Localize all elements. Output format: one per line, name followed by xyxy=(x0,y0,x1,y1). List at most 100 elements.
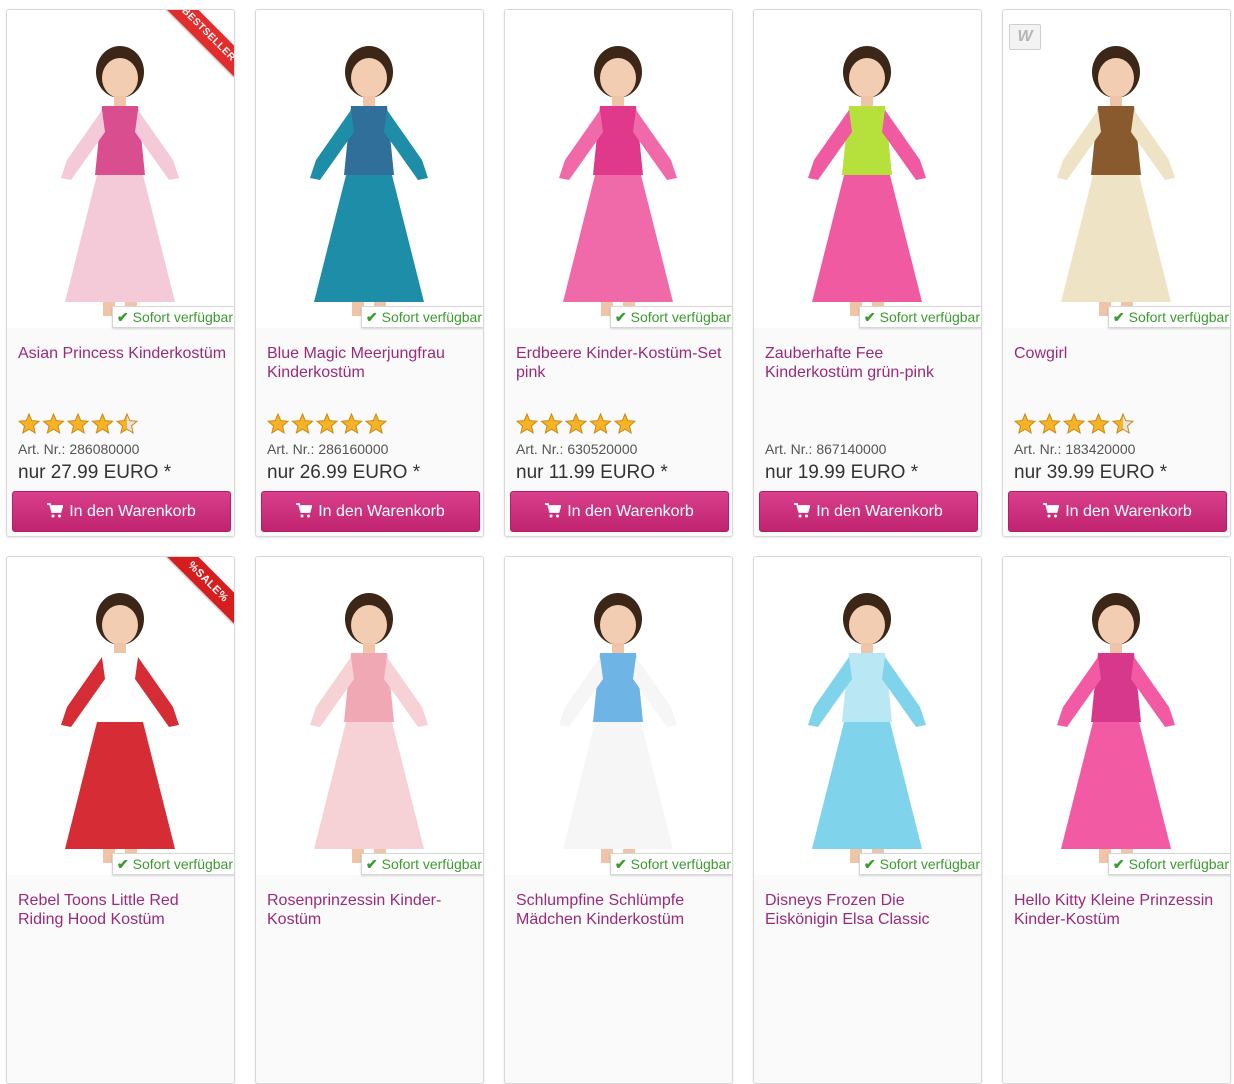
costume-illustration xyxy=(808,593,926,863)
star-icon xyxy=(1038,412,1061,435)
product-price: nur 39.99 EURO * xyxy=(1014,462,1168,483)
add-to-cart-label: In den Warenkorb xyxy=(1065,503,1192,520)
star-icon xyxy=(315,412,339,435)
article-number: Art. Nr.: 630520000 xyxy=(516,441,638,457)
product-image[interactable] xyxy=(505,10,732,328)
product-card[interactable]: W ✔ Sofort verfügbar Cowgirl Art. Nr.: 18342… xyxy=(1002,9,1231,537)
star-icon xyxy=(364,412,388,435)
availability-badge: ✔ Sofort verfügbar xyxy=(609,306,732,328)
product-title-link[interactable]: Rosenprinzessin Kinder-Kostüm xyxy=(267,891,477,929)
product-image[interactable] xyxy=(256,557,483,875)
product-card[interactable]: ✔ Sofort verfügbar Schlumpfine Schlümpfe M… xyxy=(504,556,733,1084)
product-price: nur 26.99 EURO * xyxy=(267,462,421,483)
product-image[interactable]: %SALE% xyxy=(7,557,234,875)
check-icon: ✔ xyxy=(116,856,129,872)
star-icon xyxy=(291,412,314,435)
availability-badge: ✔ Sofort verfügbar xyxy=(1107,853,1230,875)
star-icon xyxy=(515,412,539,435)
article-number: Art. Nr.: 286080000 xyxy=(18,441,140,457)
add-to-cart-button[interactable]: In den Warenkorb xyxy=(510,491,729,532)
availability-label: Sofort verfügbar xyxy=(630,856,731,872)
star-icon xyxy=(589,412,612,435)
product-price: nur 27.99 EURO * xyxy=(18,462,172,483)
star-icon xyxy=(540,412,563,435)
rating-stars xyxy=(17,412,148,435)
product-title-link[interactable]: Hello Kitty Kleine Prinzessin Kinder-Kos… xyxy=(1014,891,1224,929)
availability-badge: ✔ Sofort verfügbar xyxy=(858,306,981,328)
article-number: Art. Nr.: 867140000 xyxy=(765,441,887,457)
product-card[interactable]: ✔ Sofort verfügbar Zauberhafte Fee Kinderk… xyxy=(753,9,982,537)
product-card[interactable]: ✔ Sofort verfügbar Erdbeere Kinder-Kostüm-… xyxy=(504,9,733,537)
check-icon: ✔ xyxy=(365,856,378,872)
product-title-link[interactable]: Erdbeere Kinder-Kostüm-Set pink xyxy=(516,344,726,382)
product-card[interactable]: %SALE% ✔ Sofort verfügbar Rebel Toons Littl… xyxy=(6,556,235,1084)
rating-stars-graphic xyxy=(266,412,388,435)
availability-label: Sofort verfügbar xyxy=(630,309,731,325)
product-card[interactable]: BESTSELLER ✔ Sofort verfügbar Asian Princes… xyxy=(6,9,235,537)
availability-label: Sofort verfügbar xyxy=(1128,856,1229,872)
product-image[interactable] xyxy=(1003,557,1230,875)
availability-badge: ✔ Sofort verfügbar xyxy=(360,853,483,875)
add-to-cart-label: In den Warenkorb xyxy=(816,503,943,520)
product-image[interactable]: W xyxy=(1003,10,1230,328)
product-image[interactable] xyxy=(256,10,483,328)
costume-illustration xyxy=(559,46,677,316)
cart-icon xyxy=(794,503,811,518)
costume-illustration xyxy=(1057,593,1175,863)
product-title-link[interactable]: Blue Magic Meerjungfrau Kinderkostüm xyxy=(267,344,477,382)
product-title-link[interactable]: Cowgirl xyxy=(1014,344,1224,363)
check-icon: ✔ xyxy=(863,309,876,325)
availability-badge: ✔ Sofort verfügbar xyxy=(111,306,234,328)
product-title-link[interactable]: Rebel Toons Little Red Riding Hood Kostü… xyxy=(18,891,228,929)
add-to-cart-label: In den Warenkorb xyxy=(318,503,445,520)
add-to-cart-button[interactable]: In den Warenkorb xyxy=(759,491,978,532)
article-number: Art. Nr.: 286160000 xyxy=(267,441,389,457)
product-price: nur 19.99 EURO * xyxy=(765,462,919,483)
star-icon xyxy=(91,412,114,435)
article-number: Art. Nr.: 183420000 xyxy=(1014,441,1136,457)
product-title-link[interactable]: Zauberhafte Fee Kinderkostüm grün-pink xyxy=(765,344,975,382)
product-image[interactable] xyxy=(505,557,732,875)
star-icon xyxy=(115,412,139,435)
star-icon xyxy=(1087,412,1110,435)
costume-illustration xyxy=(1057,46,1175,316)
cart-icon xyxy=(47,503,64,518)
product-card[interactable]: ✔ Sofort verfügbar Rosenprinzessin Kinder-… xyxy=(255,556,484,1084)
product-card[interactable]: ✔ Sofort verfügbar Disneys Frozen Die Eisk… xyxy=(753,556,982,1084)
brand-logo: W xyxy=(1009,24,1041,50)
add-to-cart-label: In den Warenkorb xyxy=(69,503,196,520)
product-title-link[interactable]: Asian Princess Kinderkostüm xyxy=(18,344,228,363)
product-image[interactable]: BESTSELLER xyxy=(7,10,234,328)
availability-badge: ✔ Sofort verfügbar xyxy=(609,853,732,875)
rating-stars-graphic xyxy=(17,412,139,435)
availability-badge: ✔ Sofort verfügbar xyxy=(111,853,234,875)
availability-label: Sofort verfügbar xyxy=(879,856,980,872)
star-icon xyxy=(564,412,588,435)
add-to-cart-button[interactable]: In den Warenkorb xyxy=(1008,491,1227,532)
check-icon: ✔ xyxy=(1112,856,1125,872)
star-icon xyxy=(1062,412,1086,435)
costume-illustration xyxy=(808,46,926,316)
availability-label: Sofort verfügbar xyxy=(1128,309,1229,325)
add-to-cart-button[interactable]: In den Warenkorb xyxy=(261,491,480,532)
check-icon: ✔ xyxy=(365,309,378,325)
availability-label: Sofort verfügbar xyxy=(381,856,482,872)
product-image[interactable] xyxy=(754,10,981,328)
product-title-link[interactable]: Disneys Frozen Die Eiskönigin Elsa Class… xyxy=(765,891,975,929)
rating-stars xyxy=(515,412,646,435)
product-title-link[interactable]: Schlumpfine Schlümpfe Mädchen Kinderkost… xyxy=(516,891,726,929)
product-price: nur 11.99 EURO * xyxy=(516,462,668,483)
product-image[interactable] xyxy=(754,557,981,875)
product-grid: BESTSELLER ✔ Sofort verfügbar Asian Princes… xyxy=(0,0,1234,1084)
rating-stars-graphic xyxy=(1013,412,1135,435)
availability-label: Sofort verfügbar xyxy=(132,309,233,325)
product-card[interactable]: ✔ Sofort verfügbar Blue Magic Meerjungfrau… xyxy=(255,9,484,537)
star-icon xyxy=(340,412,363,435)
star-icon xyxy=(42,412,65,435)
add-to-cart-button[interactable]: In den Warenkorb xyxy=(12,491,231,532)
cart-icon xyxy=(545,503,562,518)
check-icon: ✔ xyxy=(863,856,876,872)
check-icon: ✔ xyxy=(614,309,627,325)
product-card[interactable]: ✔ Sofort verfügbar Hello Kitty Kleine Prin… xyxy=(1002,556,1231,1084)
availability-label: Sofort verfügbar xyxy=(879,309,980,325)
